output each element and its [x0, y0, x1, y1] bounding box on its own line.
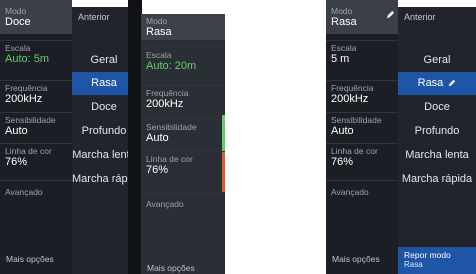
- option-profundo[interactable]: Profundo: [398, 120, 476, 143]
- left-mode-submenu: Anterior Geral Rasa Doce Profundo Marcha…: [72, 7, 142, 274]
- right-main-menu: Modo Rasa Escala 5 m Frequência 200kHz S…: [326, 0, 398, 274]
- menu-value: Rasa: [146, 26, 172, 38]
- overlay-more-options-button[interactable]: Mais opções: [147, 263, 195, 273]
- menu-label: Frequência: [331, 83, 374, 93]
- more-options-button[interactable]: Mais opções: [332, 254, 380, 264]
- menu-value: Auto: [331, 125, 354, 137]
- back-button[interactable]: Anterior: [72, 7, 136, 41]
- option-doce[interactable]: Doce: [72, 96, 136, 119]
- menu-value: Rasa: [331, 16, 357, 28]
- left-overlay-menu: Modo Rasa Escala Auto: 20m Frequência 20…: [141, 14, 225, 274]
- overlay-item-colorline[interactable]: Linha de cor 76%: [141, 151, 225, 185]
- option-doce[interactable]: Doce: [398, 96, 476, 119]
- menu-label: Escala: [5, 43, 31, 53]
- option-marcha-rapida[interactable]: Marcha rápida: [398, 168, 476, 191]
- more-options-button[interactable]: Mais opções: [6, 254, 54, 264]
- left-main-menu: Modo Doce Escala Auto: 5m Frequência 200…: [0, 0, 72, 274]
- menu-item-range[interactable]: Escala Auto: 5m: [0, 40, 72, 70]
- orange-depth-stripe: [222, 152, 225, 192]
- menu-value: Auto: [5, 125, 28, 137]
- menu-item-mode[interactable]: Modo Doce: [0, 0, 72, 34]
- menu-label: Sensibilidade: [5, 115, 56, 125]
- overlay-item-range[interactable]: Escala Auto: 20m: [141, 47, 225, 79]
- menu-label: Sensibilidade: [146, 122, 197, 132]
- option-rasa-label: Rasa: [417, 77, 444, 89]
- option-marcha-lenta[interactable]: Marcha lenta: [398, 144, 476, 167]
- option-profundo[interactable]: Profundo: [72, 120, 136, 143]
- back-button[interactable]: Anterior: [398, 7, 476, 41]
- menu-label: Linha de cor: [5, 146, 52, 156]
- menu-item-advanced[interactable]: Avançado: [326, 180, 398, 210]
- menu-label: Avançado: [146, 199, 184, 209]
- menu-value: 76%: [146, 164, 169, 176]
- menu-value: Doce: [5, 16, 31, 28]
- menu-label: Modo: [146, 16, 168, 26]
- menu-value: 200kHz: [5, 93, 43, 105]
- menu-value: Auto: 5m: [5, 53, 50, 65]
- menu-value: 76%: [331, 156, 354, 168]
- menu-label: Frequência: [5, 83, 48, 93]
- menu-label: Modo: [331, 6, 353, 16]
- reset-mode-button[interactable]: Repor modo Rasa: [398, 247, 476, 274]
- menu-item-sensitivity[interactable]: Sensibilidade Auto: [326, 112, 398, 142]
- green-depth-stripe: [222, 115, 225, 151]
- overlay-item-advanced[interactable]: Avançado: [141, 192, 225, 222]
- menu-label: Frequência: [146, 88, 189, 98]
- menu-value: 200kHz: [146, 98, 184, 110]
- menu-item-frequency[interactable]: Frequência 200kHz: [326, 80, 398, 110]
- overlay-item-sensitivity[interactable]: Sensibilidade Auto: [141, 119, 225, 149]
- option-geral[interactable]: Geral: [398, 49, 476, 72]
- option-rasa[interactable]: Rasa: [398, 72, 476, 95]
- menu-item-sensitivity[interactable]: Sensibilidade Auto: [0, 112, 72, 142]
- overlay-item-mode[interactable]: Modo Rasa: [141, 14, 225, 40]
- menu-value: 5 m: [331, 53, 350, 65]
- menu-value: 76%: [5, 156, 28, 168]
- menu-item-colorline[interactable]: Linha de cor 76%: [326, 143, 398, 179]
- option-geral[interactable]: Geral: [72, 49, 136, 72]
- menu-label: Escala: [146, 50, 172, 60]
- option-marcha-rapida[interactable]: Marcha rápida: [72, 168, 142, 191]
- pencil-icon: [386, 10, 395, 19]
- menu-item-advanced[interactable]: Avançado: [0, 180, 72, 210]
- overlay-item-frequency[interactable]: Frequência 200kHz: [141, 85, 225, 115]
- menu-label: Avançado: [331, 187, 369, 197]
- menu-item-frequency[interactable]: Frequência 200kHz: [0, 80, 72, 110]
- menu-item-colorline[interactable]: Linha de cor 76%: [0, 143, 72, 179]
- menu-value: 200kHz: [331, 93, 369, 105]
- option-rasa[interactable]: Rasa: [72, 72, 136, 95]
- menu-label: Escala: [331, 43, 357, 53]
- menu-label: Linha de cor: [331, 146, 378, 156]
- menu-label: Avançado: [5, 187, 43, 197]
- menu-label: Modo: [5, 6, 27, 16]
- menu-item-range[interactable]: Escala 5 m: [326, 40, 398, 70]
- menu-value: Auto: [146, 132, 169, 144]
- overlay-divider: [128, 0, 142, 274]
- pencil-icon: [449, 79, 456, 87]
- reset-mode-label: Repor modo: [404, 250, 451, 260]
- menu-label: Sensibilidade: [331, 115, 382, 125]
- menu-value: Auto: 20m: [146, 60, 197, 72]
- menu-label: Linha de cor: [146, 154, 193, 164]
- right-mode-submenu: Anterior Geral Rasa Doce Profundo Marcha…: [398, 7, 476, 274]
- option-marcha-lenta[interactable]: Marcha lenta: [72, 144, 136, 167]
- reset-mode-sub: Rasa: [404, 260, 423, 269]
